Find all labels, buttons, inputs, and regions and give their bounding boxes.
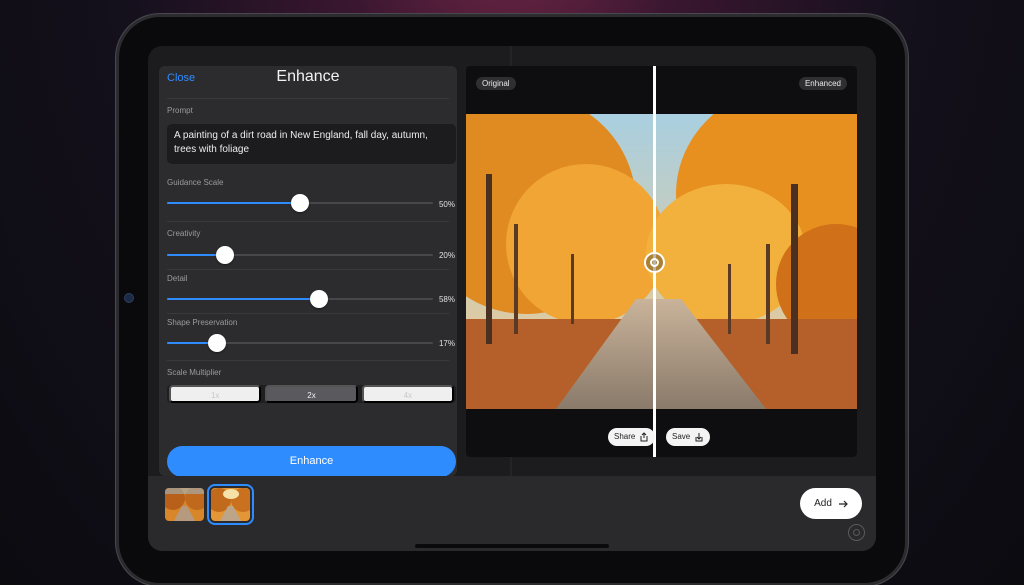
detail-value: 58% <box>438 295 455 304</box>
comparison-view: Original Enhanced Share Save <box>466 66 857 457</box>
divider <box>167 221 449 222</box>
app-screen: Close Enhance Prompt A painting of a dir… <box>148 46 876 551</box>
original-tag: Original <box>476 77 516 90</box>
shape-preservation-value: 17% <box>438 339 455 348</box>
scale-multiplier-control: 1x 2x 4x <box>167 385 456 403</box>
divider <box>167 269 449 270</box>
divider <box>167 98 449 99</box>
prompt-field[interactable]: A painting of a dirt road in New England… <box>167 124 456 164</box>
share-icon <box>640 432 648 442</box>
enhanced-tag: Enhanced <box>798 77 847 90</box>
scale-option-1x[interactable]: 1x <box>169 385 262 403</box>
thumbnail-original[interactable] <box>165 488 204 521</box>
prompt-label: Prompt <box>167 106 193 115</box>
enhance-button[interactable]: Enhance <box>167 446 456 477</box>
scale-multiplier-label: Scale Multiplier <box>167 368 222 377</box>
creativity-slider[interactable] <box>167 245 433 265</box>
slider-thumb[interactable] <box>216 246 234 264</box>
add-label: Add <box>814 498 832 509</box>
home-indicator <box>415 544 609 548</box>
slider-fill <box>167 298 319 300</box>
enhance-panel: Close Enhance Prompt A painting of a dir… <box>159 66 457 477</box>
detail-slider[interactable] <box>167 289 433 309</box>
slider-thumb[interactable] <box>291 194 309 212</box>
share-label: Share <box>614 432 636 441</box>
add-button[interactable]: Add <box>800 488 862 519</box>
compare-handle-icon[interactable] <box>644 252 665 273</box>
slider-thumb[interactable] <box>208 334 226 352</box>
guidance-scale-slider[interactable] <box>167 193 433 213</box>
front-camera <box>124 293 134 303</box>
creativity-value: 20% <box>438 251 455 260</box>
thumbnail-image <box>211 488 250 521</box>
slider-fill <box>167 202 300 204</box>
guidance-scale-label: Guidance Scale <box>167 178 224 187</box>
divider <box>167 313 449 314</box>
slider-thumb[interactable] <box>310 290 328 308</box>
settings-icon[interactable] <box>848 524 865 541</box>
shape-preservation-label: Shape Preservation <box>167 318 238 327</box>
thumbnail-enhanced[interactable] <box>207 484 254 525</box>
save-label: Save <box>672 432 691 441</box>
detail-label: Detail <box>167 274 188 283</box>
thumbnail-image <box>165 488 204 521</box>
download-icon <box>695 433 703 442</box>
scale-option-2x[interactable]: 2x <box>265 385 358 403</box>
panel-title: Enhance <box>276 68 340 85</box>
share-button[interactable]: Share <box>608 428 656 446</box>
guidance-scale-value: 50% <box>438 200 455 209</box>
save-button[interactable]: Save <box>666 428 711 446</box>
shape-preservation-slider[interactable] <box>167 333 433 353</box>
divider <box>167 360 449 361</box>
scale-option-4x[interactable]: 4x <box>361 385 454 403</box>
creativity-label: Creativity <box>167 229 201 238</box>
arrow-right-icon <box>838 500 848 507</box>
thumbnail-bar <box>148 476 876 551</box>
